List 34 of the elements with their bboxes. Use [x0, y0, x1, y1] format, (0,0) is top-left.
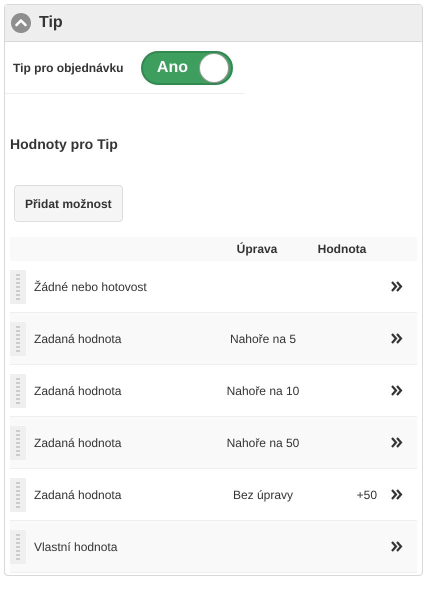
drag-handle[interactable]	[10, 478, 26, 512]
drag-handle[interactable]	[10, 426, 26, 460]
table-row[interactable]: Zadaná hodnota Nahoře na 5	[10, 313, 417, 365]
toggle-label: Tip pro objednávku	[13, 60, 124, 76]
chevron-icon[interactable]	[391, 437, 403, 448]
drag-handle[interactable]	[10, 322, 26, 356]
table-cell: Nahoře na 10	[226, 384, 300, 398]
chevron-icon[interactable]	[391, 541, 403, 552]
chevron-icon[interactable]	[391, 333, 403, 344]
table-row[interactable]: Vlastní hodnota	[10, 521, 417, 573]
chevron-icon[interactable]	[391, 385, 403, 396]
table-cell: Nahoře na 50	[226, 436, 300, 450]
chevron-icon[interactable]	[391, 281, 403, 292]
add-option-button[interactable]: Přidat možnost	[14, 185, 123, 222]
table-cell: +50	[356, 488, 377, 502]
table-cell-text: Zadaná hodnota	[34, 434, 122, 452]
table-cell: Nahoře na 5	[230, 332, 296, 346]
section-header[interactable]: Tip	[5, 5, 422, 42]
column-header: Úprava	[236, 241, 278, 258]
table-cell-text: Zadaná hodnota	[34, 382, 122, 400]
table-cell-text: Zadaná hodnota	[34, 486, 122, 504]
table-cell-text: Žádné nebo hotovost	[34, 278, 148, 296]
table-cell-text: Vlastní hodnota	[34, 538, 118, 556]
drag-handle[interactable]	[10, 530, 26, 564]
drag-handle[interactable]	[10, 374, 26, 408]
table-cell: Bez úpravy	[232, 488, 294, 502]
collapse-icon[interactable]	[11, 13, 31, 33]
column-header: Hodnota	[316, 241, 368, 258]
drag-handle[interactable]	[10, 270, 26, 304]
table-cell-text: Zadaná hodnota	[34, 330, 122, 348]
values-heading: Hodnoty pro Tip	[10, 135, 118, 154]
section-title: Tip	[39, 13, 63, 33]
chevron-icon[interactable]	[391, 489, 403, 500]
table-row[interactable]: Zadaná hodnota Nahoře na 50	[10, 417, 417, 469]
